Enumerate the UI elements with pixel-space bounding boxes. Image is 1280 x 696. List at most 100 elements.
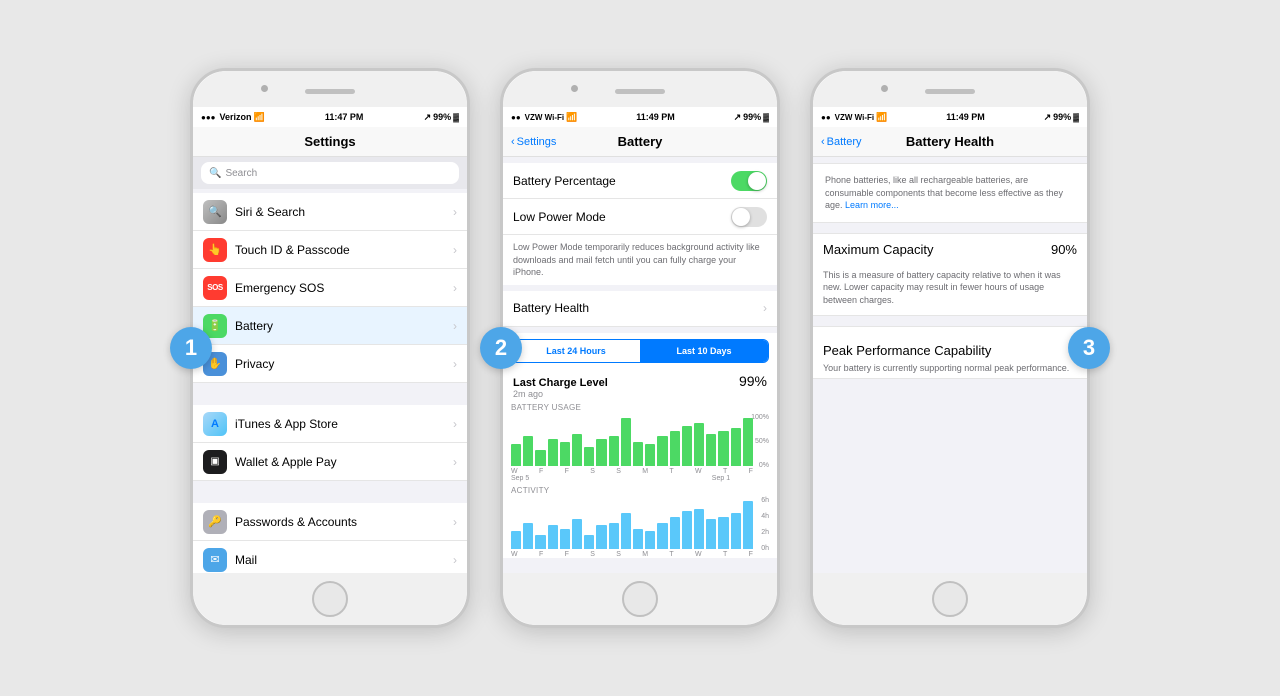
act-bar (718, 517, 728, 549)
low-power-toggle[interactable] (731, 207, 767, 227)
bar (706, 434, 716, 466)
nav-back-3[interactable]: ‹ Battery (821, 136, 862, 148)
row-mail[interactable]: ✉ Mail › (193, 541, 467, 573)
time-1: 11:47 PM (325, 112, 364, 122)
bar (731, 428, 741, 466)
act-bar (706, 519, 716, 549)
battery-health-intro: Phone batteries, like all rechargeable b… (813, 163, 1087, 223)
act-bar (621, 513, 631, 549)
peak-section: Peak Performance Capability Your battery… (813, 335, 1087, 379)
row-emergency[interactable]: SOS Emergency SOS › (193, 269, 467, 307)
chart-date-labels: Sep 5Sep 1 (511, 475, 753, 482)
speaker-2 (615, 89, 665, 94)
circle-label-3: 3 (1068, 327, 1110, 369)
mail-icon: ✉ (203, 548, 227, 572)
low-power-desc: Low Power Mode temporarily reduces backg… (503, 235, 777, 285)
status-bar-2: ●● VZW Wi-Fi 📶 11:49 PM ↗ 99% ▓ (503, 107, 777, 127)
battery-pct-toggle[interactable] (731, 171, 767, 191)
gap-h2 (813, 223, 1087, 233)
act-bar (535, 535, 545, 549)
phone-bottom-1 (193, 573, 467, 625)
charts-section: Last 24 Hours Last 10 Days Last Charge L… (503, 333, 777, 558)
row-itunes[interactable]: A iTunes & App Store › (193, 405, 467, 443)
circle-label-1: 1 (170, 327, 212, 369)
siri-icon: 🔍 (203, 200, 227, 224)
phone-2: ●● VZW Wi-Fi 📶 11:49 PM ↗ 99% ▓ ‹ Settin… (500, 68, 780, 628)
phone-top-1 (193, 71, 467, 107)
phone-bottom-2 (503, 573, 777, 625)
home-button-1[interactable] (312, 581, 348, 617)
nav-title-1: Settings (304, 134, 355, 149)
circle-label-2: 2 (480, 327, 522, 369)
phone-1: ●●● Verizon 📶 11:47 PM ↗ 99% ▓ Settings (190, 68, 470, 628)
capacity-row: Maximum Capacity 90% (813, 234, 1087, 265)
act-bar (584, 535, 594, 549)
passwords-icon: 🔑 (203, 510, 227, 534)
last-charge-value: 99% (739, 373, 767, 389)
screen-3: ●● VZW Wi-Fi 📶 11:49 PM ↗ 99% ▓ ‹ Batter… (813, 107, 1087, 573)
peak-block: Peak Performance Capability Your battery… (813, 326, 1087, 380)
bar (682, 426, 692, 466)
capacity-block: Maximum Capacity 90% This is a measure o… (813, 233, 1087, 316)
phone-top-3 (813, 71, 1087, 107)
speaker-1 (305, 89, 355, 94)
phone-top-2 (503, 71, 777, 107)
touch-id-icon: 👆 (203, 238, 227, 262)
act-bar (731, 513, 741, 549)
activity-chart: ACTIVITY 6h 4h 2h 0h (503, 482, 777, 558)
act-bar (670, 517, 680, 549)
carrier-1: ●●● Verizon 📶 (201, 112, 265, 123)
tab-24h[interactable]: Last 24 Hours (512, 340, 640, 362)
row-passwords[interactable]: 🔑 Passwords & Accounts › (193, 503, 467, 541)
tab-10d[interactable]: Last 10 Days (640, 340, 768, 362)
camera-dot-3 (881, 85, 888, 92)
bar (511, 444, 521, 466)
bar (621, 418, 631, 466)
capacity-desc: This is a measure of battery capacity re… (813, 265, 1087, 315)
last-charge-time: 2m ago (513, 389, 608, 399)
last-charge-row: Last Charge Level 2m ago 99% (503, 369, 777, 399)
time-tabs: Last 24 Hours Last 10 Days (511, 339, 769, 363)
bar (718, 431, 728, 466)
row-touch-id[interactable]: 👆 Touch ID & Passcode › (193, 231, 467, 269)
time-2: 11:49 PM (636, 112, 675, 122)
home-button-3[interactable] (932, 581, 968, 617)
act-bar (596, 525, 606, 549)
search-icon: 🔍 (209, 168, 221, 179)
usage-chart: BATTERY USAGE 100% 50% 0% (503, 399, 777, 482)
chart-x-labels: WFFSSMTWTF (511, 468, 753, 475)
bar (596, 439, 606, 466)
bar (694, 423, 704, 466)
act-bar (548, 525, 558, 549)
row-wallet[interactable]: ▣ Wallet & Apple Pay › (193, 443, 467, 481)
row-privacy[interactable]: ✋ Privacy › (193, 345, 467, 383)
time-3: 11:49 PM (946, 112, 985, 122)
home-button-2[interactable] (622, 581, 658, 617)
bar (743, 418, 753, 466)
camera-dot-2 (571, 85, 578, 92)
battery-screen-content: Battery Percentage Low Power Mode (503, 157, 777, 573)
bar (535, 450, 545, 466)
row-battery[interactable]: 🔋 Battery › (193, 307, 467, 345)
nav-title-2: Battery (618, 134, 663, 149)
act-bar (523, 523, 533, 549)
row-battery-health[interactable]: Battery Health › (503, 291, 777, 327)
last-charge-label: Last Charge Level (513, 377, 608, 389)
row-battery-pct[interactable]: Battery Percentage (503, 163, 777, 199)
search-bar[interactable]: 🔍 Search (193, 157, 467, 189)
learn-more-link[interactable]: Learn more... (845, 200, 899, 210)
bar (548, 439, 558, 466)
bar (633, 442, 643, 466)
act-bar (511, 531, 521, 549)
status-bar-3: ●● VZW Wi-Fi 📶 11:49 PM ↗ 99% ▓ (813, 107, 1087, 127)
screen-1: ●●● Verizon 📶 11:47 PM ↗ 99% ▓ Settings (193, 107, 467, 573)
nav-title-3: Battery Health (906, 134, 994, 149)
act-bar (682, 511, 692, 549)
act-bar (645, 531, 655, 549)
act-bar (743, 501, 753, 549)
row-siri[interactable]: 🔍 Siri & Search › (193, 193, 467, 231)
row-low-power[interactable]: Low Power Mode (503, 199, 777, 235)
status-bar-1: ●●● Verizon 📶 11:47 PM ↗ 99% ▓ (193, 107, 467, 127)
bar (560, 442, 570, 466)
nav-back-2[interactable]: ‹ Settings (511, 136, 556, 148)
